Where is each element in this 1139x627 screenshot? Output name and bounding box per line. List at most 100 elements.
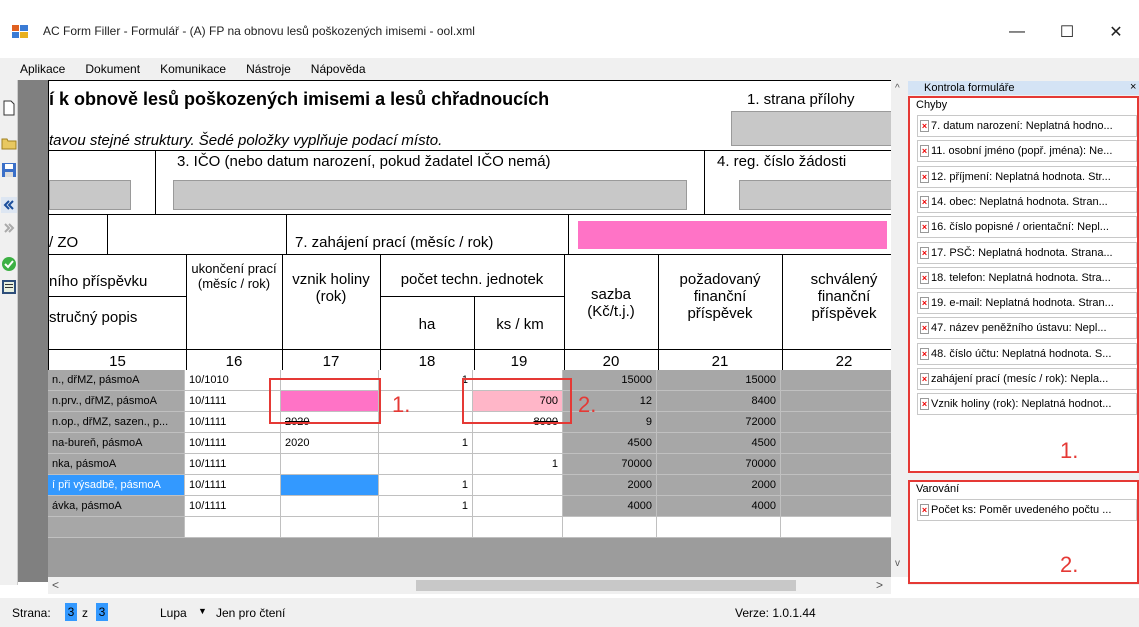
error-item[interactable]: × 16. číslo popisné / orientační: Nepl... <box>917 216 1137 239</box>
minimize-button[interactable]: — <box>994 14 1040 50</box>
zoom-dropdown-icon[interactable]: ▼ <box>198 606 207 616</box>
maximize-button[interactable]: ☐ <box>1044 14 1090 50</box>
horizontal-scrollbar[interactable]: < > <box>48 577 891 594</box>
cell-ukonceni[interactable]: 10/1111 <box>185 454 281 475</box>
error-item[interactable]: × zahájení prací (mesíc / rok): Nepla... <box>917 368 1137 390</box>
cell-sazba[interactable]: 4500 <box>563 433 657 454</box>
warnings-header: Varování <box>916 483 960 495</box>
error-item[interactable]: × 48. číslo účtu: Neplatná hodnota. S... <box>917 342 1137 365</box>
cell-pozadovany[interactable]: 4000 <box>657 496 781 517</box>
cell-sazba[interactable]: 15000 <box>563 370 657 391</box>
panel-close-icon[interactable]: × <box>1130 81 1136 93</box>
new-document-icon[interactable] <box>1 100 17 116</box>
cell-ukonceni[interactable]: 10/1111 <box>185 391 281 412</box>
cell-schvaleny[interactable] <box>781 454 891 475</box>
cell-pozadovany[interactable] <box>657 517 781 538</box>
cell-ks[interactable] <box>473 475 563 496</box>
cell-popis[interactable] <box>48 517 185 538</box>
cell-sazba[interactable]: 70000 <box>563 454 657 475</box>
cell-vznik[interactable] <box>281 475 379 496</box>
close-button[interactable]: ✕ <box>1093 14 1139 50</box>
cell-schvaleny[interactable] <box>781 475 891 496</box>
scroll-left-icon[interactable]: < <box>52 578 59 592</box>
scrollbar-thumb[interactable] <box>416 580 796 591</box>
cell-pozadovany[interactable]: 8400 <box>657 391 781 412</box>
cell-popis[interactable]: n.op., dřMZ, sazen., p... <box>48 412 185 433</box>
error-item[interactable]: × 18. telefon: Neplatná hodnota. Stra... <box>917 266 1137 289</box>
cell-popis[interactable]: na-bureň, pásmoA <box>48 433 185 454</box>
cell-ks[interactable] <box>473 433 563 454</box>
cell-ha[interactable]: 1 <box>379 496 473 517</box>
cell-schvaleny[interactable] <box>781 517 891 538</box>
menu-aplikace[interactable]: Aplikace <box>20 62 65 76</box>
scroll-down-icon[interactable]: v <box>895 558 900 569</box>
menu-dokument[interactable]: Dokument <box>85 62 140 76</box>
col-prispevku: ního příspěvku <box>49 273 148 290</box>
cell-ukonceni[interactable] <box>185 517 281 538</box>
cell-ukonceni[interactable]: 10/1111 <box>185 412 281 433</box>
ico-label: 3. IČO (nebo datum narození, pokud žadat… <box>177 153 551 170</box>
open-folder-icon[interactable] <box>1 135 17 151</box>
cell-schvaleny[interactable] <box>781 412 891 433</box>
error-item[interactable]: × 12. příjmení: Neplatná hodnota. Str... <box>917 165 1137 188</box>
cell-ukonceni[interactable]: 10/1010 <box>185 370 281 391</box>
error-item[interactable]: × 7. datum narození: Neplatná hodno... <box>917 115 1137 137</box>
next-page-icon[interactable] <box>1 220 17 236</box>
cell-sazba[interactable]: 4000 <box>563 496 657 517</box>
error-item[interactable]: × 17. PSČ: Neplatná hodnota. Strana... <box>917 241 1137 264</box>
page-current[interactable]: 3 <box>65 603 77 621</box>
cell-schvaleny[interactable] <box>781 391 891 412</box>
menu-napoveda[interactable]: Nápověda <box>311 62 366 76</box>
cell-ks[interactable] <box>473 517 563 538</box>
error-item[interactable]: × 47. název peněžního ústavu: Nepl... <box>917 317 1137 340</box>
cell-pozadovany[interactable]: 72000 <box>657 412 781 433</box>
start-date-field[interactable] <box>578 221 887 249</box>
menu-komunikace[interactable]: Komunikace <box>160 62 226 76</box>
cell-pozadovany[interactable]: 15000 <box>657 370 781 391</box>
warning-item[interactable]: × Počet ks: Poměr uvedeného počtu ... <box>917 499 1137 521</box>
cell-schvaleny[interactable] <box>781 370 891 391</box>
cell-ks[interactable]: 1 <box>473 454 563 475</box>
cell-sazba[interactable]: 2000 <box>563 475 657 496</box>
cell-pozadovany[interactable]: 2000 <box>657 475 781 496</box>
error-item[interactable]: × Vznik holiny (rok): Neplatná hodnot... <box>917 393 1137 416</box>
save-icon[interactable] <box>1 162 17 178</box>
cell-ha[interactable] <box>379 454 473 475</box>
vertical-scrollbar[interactable]: ^ v <box>891 80 908 577</box>
cell-ha[interactable] <box>379 517 473 538</box>
cell-pozadovany[interactable]: 4500 <box>657 433 781 454</box>
cell-schvaleny[interactable] <box>781 496 891 517</box>
error-text: 48. číslo účtu: Neplatná hodnota. S... <box>931 347 1112 360</box>
cell-vznik[interactable] <box>281 496 379 517</box>
cell-popis[interactable]: n.prv., dřMZ, pásmoA <box>48 391 185 412</box>
form-view-icon[interactable] <box>1 279 17 295</box>
cell-ukonceni[interactable]: 10/1111 <box>185 433 281 454</box>
scroll-right-icon[interactable]: > <box>876 578 883 592</box>
cell-sazba[interactable] <box>563 517 657 538</box>
check-icon[interactable] <box>1 256 17 272</box>
cell-ukonceni[interactable]: 10/1111 <box>185 475 281 496</box>
cell-ha[interactable]: 1 <box>379 370 473 391</box>
zoom-label[interactable]: Lupa <box>160 606 187 620</box>
menu-nastroje[interactable]: Nástroje <box>246 62 291 76</box>
cell-popis[interactable]: nka, pásmoA <box>48 454 185 475</box>
scroll-up-icon[interactable]: ^ <box>895 83 900 94</box>
cell-popis[interactable]: í při výsadbě, pásmoA <box>48 475 185 496</box>
previous-page-icon[interactable] <box>1 197 17 213</box>
cell-ks[interactable] <box>473 496 563 517</box>
cell-pozadovany[interactable]: 70000 <box>657 454 781 475</box>
cell-ukonceni[interactable]: 10/1111 <box>185 496 281 517</box>
cell-schvaleny[interactable] <box>781 433 891 454</box>
readonly-label: Jen pro čtení <box>216 606 286 620</box>
cell-vznik[interactable] <box>281 454 379 475</box>
cell-vznik[interactable]: 2020 <box>281 433 379 454</box>
cell-popis[interactable]: ávka, pásmoA <box>48 496 185 517</box>
error-item[interactable]: × 19. e-mail: Neplatná hodnota. Stran... <box>917 292 1137 315</box>
cell-vznik[interactable] <box>281 517 379 538</box>
error-item[interactable]: × 11. osobní jméno (popř. jména): Ne... <box>917 140 1137 163</box>
error-item[interactable]: × 14. obec: Neplatná hodnota. Stran... <box>917 190 1137 213</box>
cell-ha[interactable]: 1 <box>379 475 473 496</box>
cell-popis[interactable]: n., dřMZ, pásmoA <box>48 370 185 391</box>
error-x-icon: × <box>920 195 929 208</box>
cell-ha[interactable]: 1 <box>379 433 473 454</box>
